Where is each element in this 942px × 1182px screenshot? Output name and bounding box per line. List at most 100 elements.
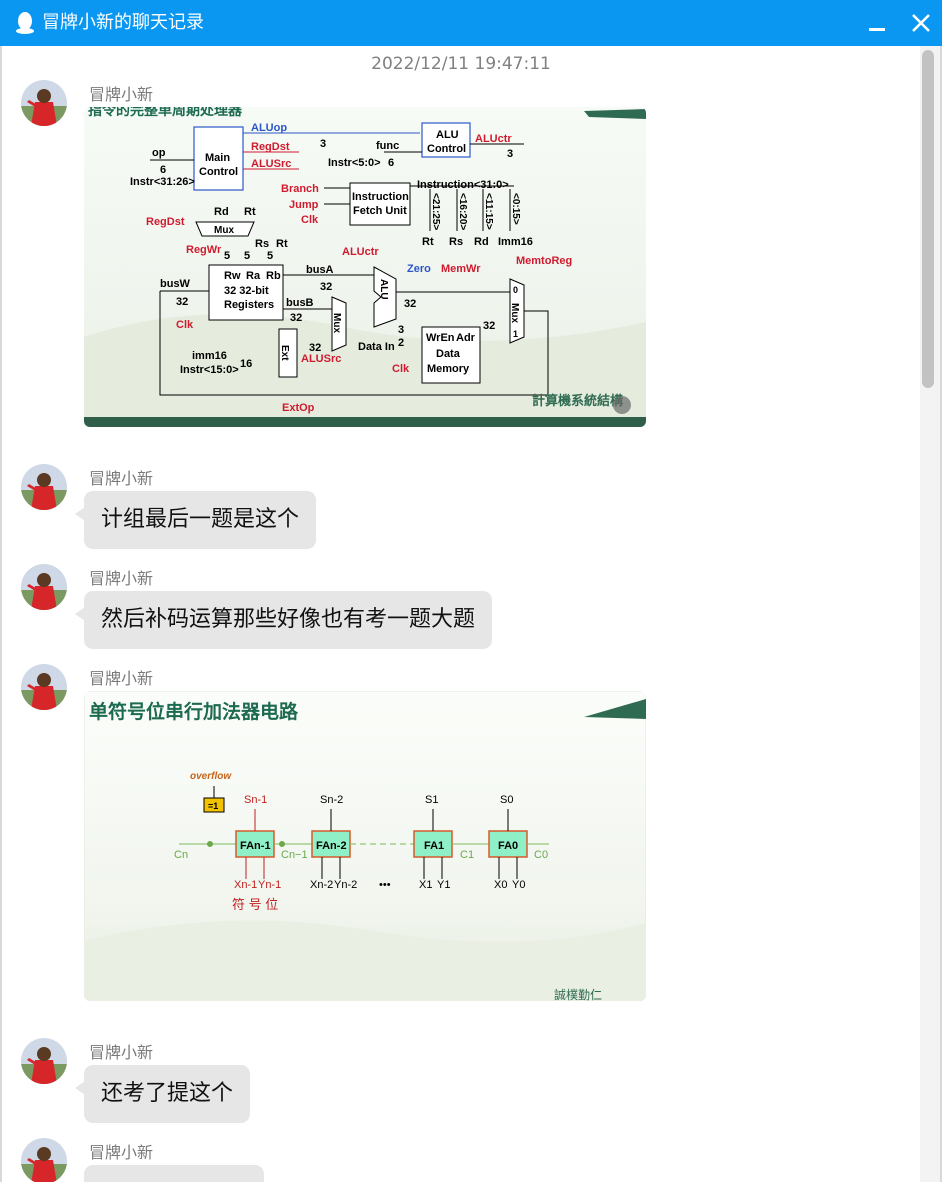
svg-text:<21:25>: <21:25>: [430, 193, 441, 230]
svg-text:5: 5: [244, 250, 250, 262]
svg-text:Jump: Jump: [289, 199, 319, 211]
svg-text:2: 2: [398, 337, 404, 349]
svg-text:Y1: Y1: [437, 879, 450, 891]
message-bubble[interactable]: [75, 1165, 264, 1182]
svg-text:ALU: ALU: [436, 129, 459, 141]
svg-text:busA: busA: [306, 264, 334, 276]
svg-text:Instr<5:0>: Instr<5:0>: [328, 157, 381, 169]
svg-text:Imm16: Imm16: [498, 236, 533, 248]
close-button[interactable]: [906, 8, 936, 38]
message-bubble[interactable]: 还考了提这个: [74, 1065, 251, 1123]
svg-text:ALUSrc: ALUSrc: [251, 158, 291, 170]
svg-text:0: 0: [513, 285, 518, 295]
svg-text:Clk: Clk: [176, 319, 194, 331]
svg-text:Cn: Cn: [174, 849, 188, 861]
svg-text:Sn-1: Sn-1: [244, 794, 267, 806]
avatar[interactable]: [21, 1138, 67, 1182]
svg-text:Instruction<31:0>: Instruction<31:0>: [417, 179, 509, 191]
svg-text:Rt: Rt: [422, 236, 434, 248]
avatar[interactable]: [21, 80, 67, 126]
svg-text:Data: Data: [436, 348, 461, 360]
svg-text:busB: busB: [286, 297, 314, 309]
message-bubble[interactable]: 然后补码运算那些好像也有考一题大题: [74, 591, 493, 649]
svg-text:Mux: Mux: [214, 225, 234, 236]
svg-text:32: 32: [483, 320, 495, 332]
sender-name: 冒牌小新: [89, 1143, 154, 1162]
sender-name: 冒牌小新: [89, 469, 154, 488]
svg-text:FAn-2: FAn-2: [316, 840, 347, 852]
svg-text:Instruction: Instruction: [352, 191, 409, 203]
svg-text:6: 6: [160, 164, 166, 176]
svg-text:32: 32: [320, 281, 332, 293]
svg-text:Ext: Ext: [279, 345, 290, 361]
svg-text:32: 32: [404, 298, 416, 310]
image-message[interactable]: 指令的完整单周期处理器 Main Control op 6 Instr<31:2…: [84, 107, 646, 427]
svg-text:=1: =1: [208, 801, 218, 811]
sender-name: 冒牌小新: [89, 669, 154, 688]
svg-text:Cn−1: Cn−1: [281, 849, 308, 861]
svg-text:<16:20>: <16:20>: [457, 193, 468, 230]
svg-text:RegWr: RegWr: [186, 244, 222, 256]
sender-name: 冒牌小新: [89, 1043, 154, 1062]
svg-text:Sn-2: Sn-2: [320, 794, 343, 806]
svg-text:FA1: FA1: [424, 840, 444, 852]
svg-text:Rs: Rs: [255, 238, 269, 250]
svg-text:C0: C0: [534, 849, 548, 861]
avatar[interactable]: [21, 1038, 67, 1084]
image-message[interactable]: 单符号位串行加法器电路 overflow =1 Cn FAn-1 Sn-1 Cn…: [84, 691, 646, 1001]
svg-text:ALUctr: ALUctr: [475, 133, 512, 145]
svg-text:6: 6: [388, 157, 394, 169]
avatar[interactable]: [21, 664, 67, 710]
svg-text:Xn-1: Xn-1: [234, 879, 257, 891]
svg-text:RegDst: RegDst: [146, 216, 185, 228]
svg-text:S0: S0: [500, 794, 513, 806]
svg-text:ALUctr: ALUctr: [342, 246, 379, 258]
svg-text:<11:15>: <11:15>: [483, 193, 494, 230]
svg-text:Adr: Adr: [456, 332, 476, 344]
svg-text:Main: Main: [205, 152, 230, 164]
svg-text:Rw: Rw: [224, 270, 241, 282]
svg-text:ALU: ALU: [378, 279, 389, 300]
svg-text:1: 1: [513, 329, 518, 339]
slide-title: 单符号位串行加法器电路: [89, 700, 299, 723]
svg-text:Rd: Rd: [214, 206, 229, 218]
svg-text:X0: X0: [494, 879, 507, 891]
svg-text:imm16: imm16: [192, 350, 227, 362]
svg-text:ALUop: ALUop: [251, 122, 287, 134]
sender-name: 冒牌小新: [89, 85, 154, 104]
svg-text:5: 5: [267, 250, 273, 262]
svg-text:Memory: Memory: [427, 363, 470, 375]
avatar[interactable]: [21, 464, 67, 510]
svg-text:Rd: Rd: [474, 236, 489, 248]
svg-text:Registers: Registers: [224, 299, 274, 311]
svg-text:Rs: Rs: [449, 236, 463, 248]
svg-text:MemWr: MemWr: [441, 263, 481, 275]
svg-text:Rb: Rb: [266, 270, 281, 282]
svg-text:C1: C1: [460, 849, 474, 861]
slide-footer-text: 誠樸勤仁: [554, 987, 602, 1001]
svg-text:MemtoReg: MemtoReg: [516, 255, 572, 267]
minimize-button[interactable]: [862, 8, 892, 38]
svg-text:16: 16: [240, 358, 252, 370]
chat-history[interactable]: 2022/12/11 19:47:11 冒牌小新 指令的完整单周期处理器 Mai…: [2, 46, 920, 1182]
svg-text:符 号 位: 符 号 位: [232, 897, 278, 912]
svg-text:Rt: Rt: [276, 238, 288, 250]
scrollbar-thumb[interactable]: [922, 50, 934, 388]
svg-text:ExtOp: ExtOp: [282, 402, 315, 414]
message-bubble[interactable]: 计组最后一题是这个: [74, 491, 317, 549]
svg-text:S1: S1: [425, 794, 438, 806]
svg-text:Rt: Rt: [244, 206, 256, 218]
svg-text:ALUSrc: ALUSrc: [301, 353, 341, 365]
svg-text:<0:15>: <0:15>: [510, 193, 521, 225]
svg-text:Clk: Clk: [392, 363, 410, 375]
window-title: 冒牌小新的聊天记录: [42, 12, 204, 33]
svg-text:Fetch Unit: Fetch Unit: [353, 205, 407, 217]
svg-text:overflow: overflow: [190, 771, 232, 782]
svg-text:Xn-2: Xn-2: [310, 879, 333, 891]
svg-text:•••: •••: [379, 879, 391, 891]
svg-text:Control: Control: [199, 166, 238, 178]
qq-penguin-icon: [16, 12, 34, 34]
avatar[interactable]: [21, 564, 67, 610]
svg-text:RegDst: RegDst: [251, 141, 290, 153]
svg-text:Instr<15:0>: Instr<15:0>: [180, 364, 239, 376]
